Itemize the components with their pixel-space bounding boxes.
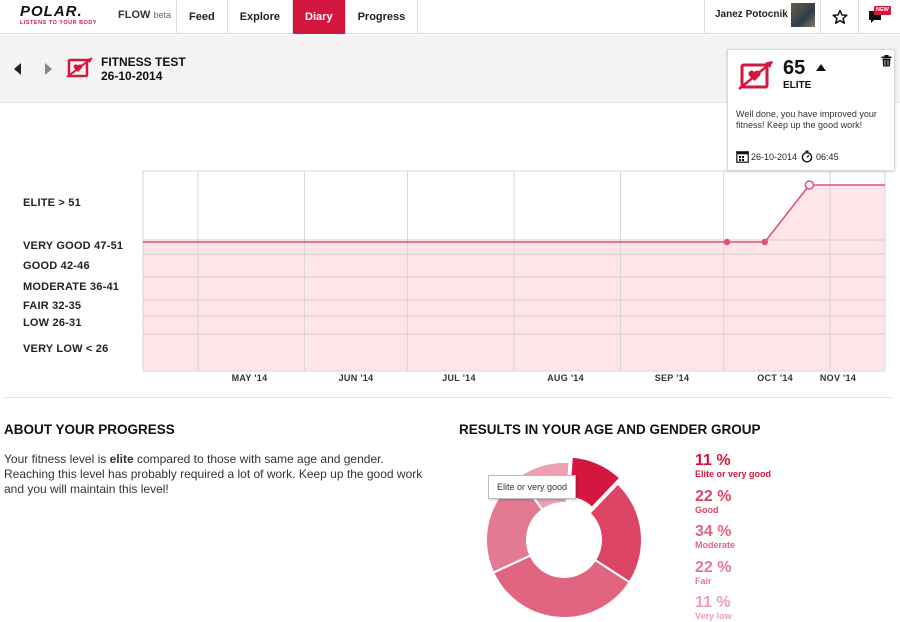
app-root: POLAR. LISTENS TO YOUR BODY FLOW beta Fe… [0, 0, 900, 622]
logo-tagline: LISTENS TO YOUR BODY [20, 20, 98, 26]
previous-arrow-icon[interactable] [14, 63, 21, 75]
legend-percent: 22 % [695, 558, 732, 576]
result-message: Well done, you have improved your fitnes… [736, 109, 877, 130]
x-axis-label: NOV '14 [819, 373, 857, 383]
x-axis-label: MAY '14 [231, 373, 268, 383]
x-axis-label: OCT '14 [757, 373, 793, 383]
star-icon [831, 9, 848, 24]
next-arrow-icon[interactable] [45, 63, 52, 75]
about-heading: ABOUT YOUR PROGRESS [4, 422, 175, 437]
legend-label: Moderate [695, 540, 736, 550]
trend-up-icon [816, 64, 826, 71]
beta-badge: beta [153, 10, 171, 20]
tab-explore[interactable]: Explore [226, 0, 292, 34]
result-date: 26-10-2014 [751, 151, 798, 162]
user-name: Janez Potocnik [715, 9, 788, 20]
messages-button[interactable]: NEW [858, 0, 896, 34]
donut-tooltip: Elite or very good [488, 475, 576, 499]
result-popup: 65 ELITE Well done, you have improved yo… [727, 49, 895, 171]
new-badge: NEW [874, 6, 891, 15]
legend-percent: 22 % [695, 487, 732, 505]
fitness-test-icon [738, 61, 773, 90]
results-heading: RESULTS IN YOUR AGE AND GENDER GROUP [459, 422, 761, 437]
tab-diary[interactable]: Diary [292, 0, 345, 34]
data-point [723, 238, 731, 246]
polar-logo[interactable]: POLAR. LISTENS TO YOUR BODY [20, 4, 115, 28]
tab-feed[interactable]: Feed [176, 0, 227, 34]
y-axis-label: GOOD 42-46 [23, 260, 90, 272]
fitness-test-icon [66, 57, 93, 78]
data-point [761, 238, 768, 246]
y-axis-label: VERY GOOD 47-51 [23, 240, 124, 252]
about-text-start: Your fitness level is [4, 452, 110, 466]
legend-item: 22 % Fair [695, 559, 771, 595]
legend-label: Fair [695, 575, 712, 586]
test-date: 26-10-2014 [101, 69, 163, 83]
x-axis-label: JUL '14 [442, 373, 476, 383]
about-level: elite [109, 452, 134, 466]
calendar-icon [736, 151, 749, 163]
y-axis-label: LOW 26-31 [23, 317, 82, 329]
legend-label: Good [695, 504, 719, 515]
favorites-button[interactable] [820, 0, 858, 34]
stopwatch-icon [801, 150, 813, 163]
legend-label: Very low [695, 611, 732, 621]
x-axis-label: AUG '14 [547, 373, 584, 383]
x-axis-label: SEP '14 [654, 373, 690, 383]
legend-percent: 11 % [695, 594, 731, 611]
y-axis-label: MODERATE 36-41 [23, 281, 120, 293]
result-meta: 26-10-2014 06:45 [736, 150, 839, 163]
main-tabs: Feed Explore Diary Progress [176, 0, 419, 34]
legend-item: 34 % Moderate [695, 523, 771, 559]
y-axis-label: ELITE > 51 [23, 197, 81, 209]
result-level: ELITE [783, 80, 812, 91]
y-axis-label: VERY LOW < 26 [23, 343, 109, 355]
top-navigation: POLAR. LISTENS TO YOUR BODY FLOW beta Fe… [0, 0, 900, 34]
legend-percent: 11 % [695, 452, 731, 469]
test-title: FITNESS TEST [101, 55, 186, 69]
data-point-selected [804, 180, 815, 190]
legend-label: Elite or very good [695, 469, 772, 479]
result-time: 06:45 [816, 151, 839, 162]
product-label: FLOW [118, 9, 151, 21]
section-divider [4, 397, 892, 398]
legend-item: 11 % Elite or very good [695, 452, 771, 488]
results-legend: 11 % Elite or very good 22 % Good 34 % Modera… [695, 452, 771, 622]
legend-item: 11 % Very low [695, 594, 771, 622]
product-name: FLOW beta [118, 9, 171, 21]
avatar [791, 3, 815, 27]
legend-percent: 34 % [695, 523, 732, 540]
result-value: 65 [783, 57, 806, 79]
delete-icon[interactable] [881, 55, 892, 67]
y-axis-label: FAIR 32-35 [23, 300, 82, 312]
logo-wordmark: POLAR. [20, 3, 83, 20]
about-text: Your fitness level is elite compared to … [4, 452, 434, 497]
user-menu[interactable]: Janez Potocnik [704, 0, 820, 34]
tab-progress[interactable]: Progress [344, 0, 419, 34]
x-axis-label: JUN '14 [338, 373, 374, 383]
legend-item: 22 % Good [695, 488, 771, 524]
